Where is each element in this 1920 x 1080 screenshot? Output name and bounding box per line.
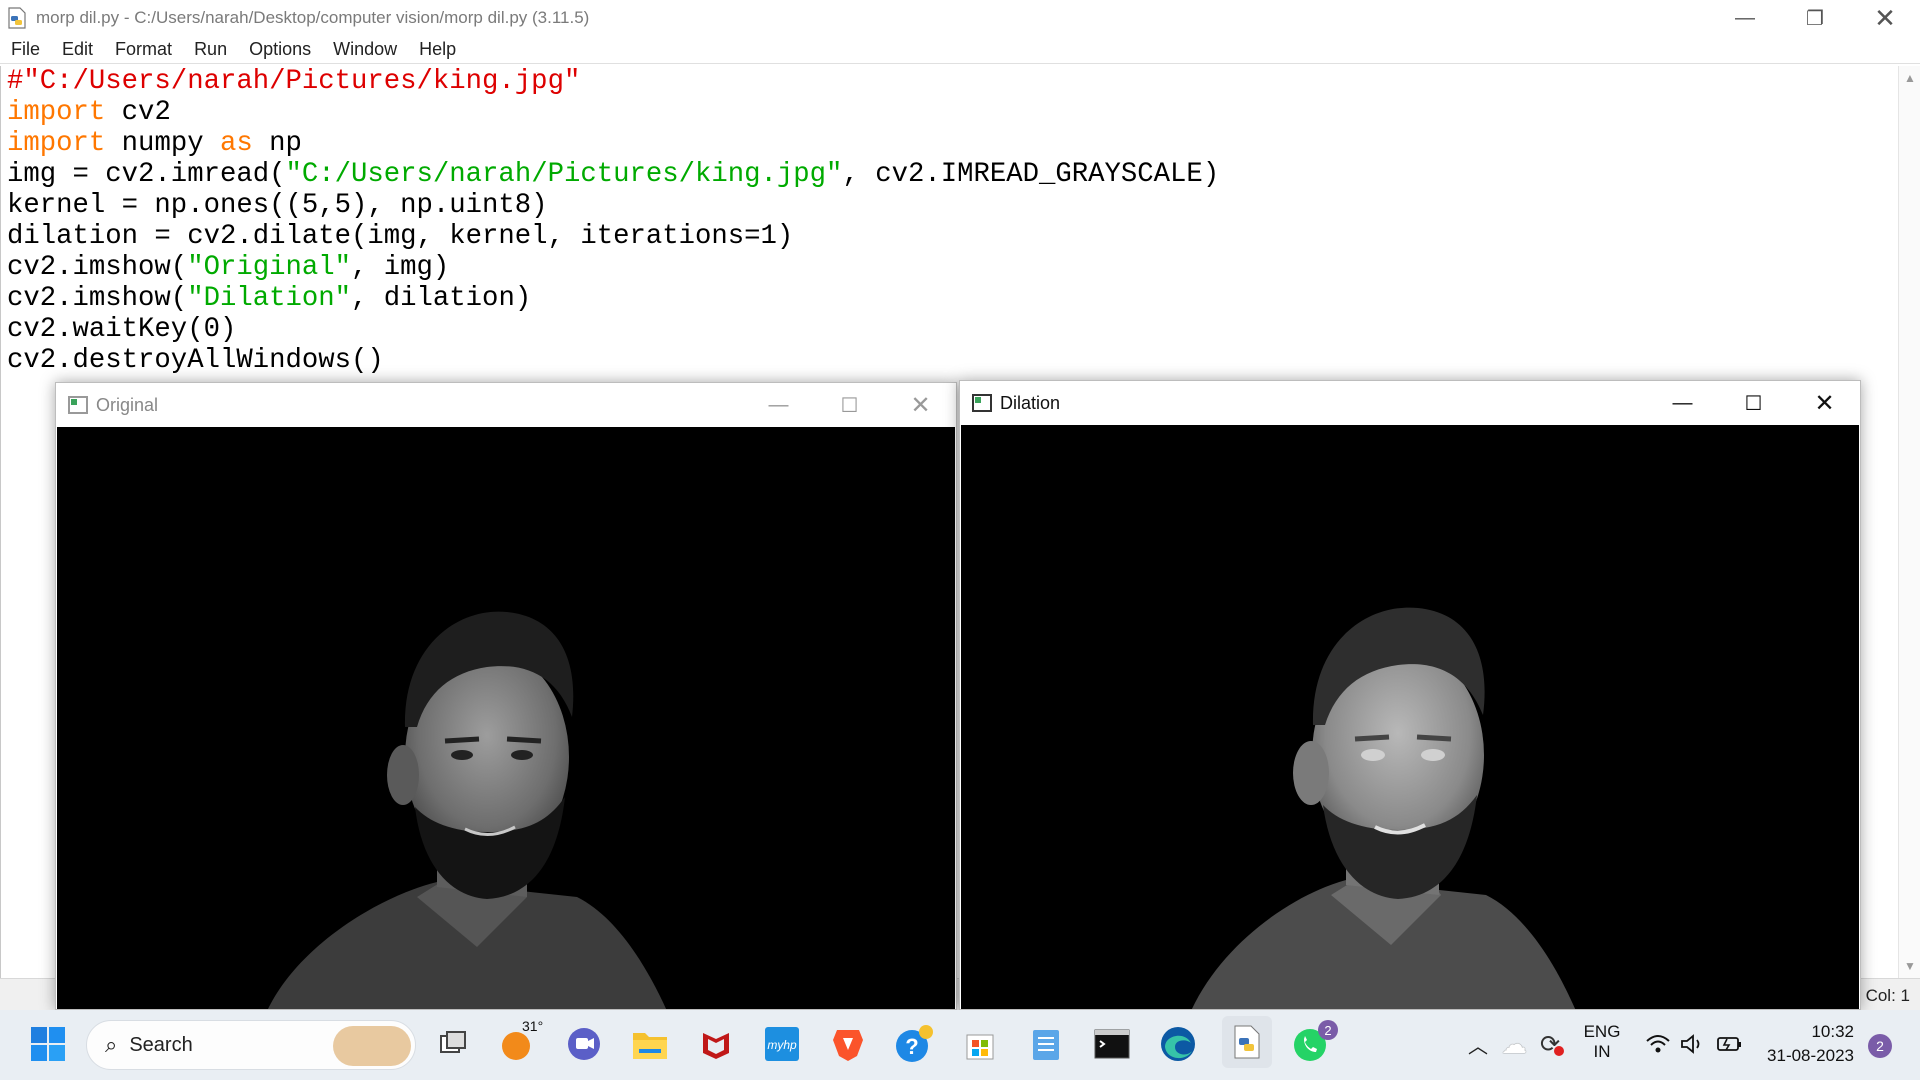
language-indicator[interactable]: ENG IN — [1574, 1022, 1630, 1062]
code-text[interactable]: #"C:/Users/narah/Pictures/king.jpg" impor… — [1, 66, 1898, 376]
code-line: cv2.imshow("Original", img) — [7, 252, 1898, 283]
code-token: cv2.imshow( — [7, 252, 188, 283]
vertical-scrollbar[interactable]: ▲ ▼ — [1898, 66, 1920, 978]
original-image — [57, 427, 955, 1009]
terminal-icon[interactable] — [1090, 1022, 1134, 1066]
window-title: morp dil.py - C:/Users/narah/Desktop/com… — [36, 8, 590, 27]
maximize-button[interactable]: ☐ — [814, 383, 885, 427]
sync-icon[interactable]: ⟳ — [1528, 1022, 1572, 1066]
windows-start-icon[interactable] — [26, 1022, 70, 1066]
code-line: import numpy as np — [7, 128, 1898, 159]
clock-date: 31-08-2023 — [1767, 1046, 1854, 1065]
code-token: , cv2.IMREAD_GRAYSCALE) — [842, 159, 1220, 190]
code-line: #"C:/Users/narah/Pictures/king.jpg" — [7, 66, 1898, 97]
brave-browser-icon[interactable] — [826, 1022, 870, 1066]
code-line: cv2.destroyAllWindows() — [7, 345, 384, 376]
code-token: np — [252, 128, 302, 159]
python-idle-icon[interactable] — [1222, 1016, 1272, 1068]
code-string: "Original" — [187, 252, 352, 283]
svg-text:myhp: myhp — [767, 1038, 797, 1052]
window-app-icon — [972, 394, 992, 412]
language-bottom: IN — [1593, 1042, 1611, 1061]
weather-icon[interactable]: 31° — [496, 1018, 543, 1066]
original-window-title: Original — [96, 394, 159, 415]
myhp-icon[interactable]: myhp — [760, 1022, 804, 1066]
clock-time: 10:32 — [1811, 1022, 1854, 1041]
dilation-window-title: Dilation — [1000, 392, 1061, 413]
code-string: "C:/Users/narah/Pictures/king.jpg" — [285, 159, 843, 190]
code-comment: #"C:/Users/narah/Pictures/king.jpg" — [7, 66, 581, 97]
close-button[interactable]: ✕ — [885, 383, 956, 427]
scroll-down-icon[interactable]: ▼ — [1899, 956, 1920, 976]
whatsapp-icon[interactable]: 2 — [1288, 1020, 1338, 1066]
close-button[interactable]: ✕ — [1789, 381, 1860, 425]
code-token: , dilation) — [351, 283, 532, 314]
idle-title-bar: morp dil.py - C:/Users/narah/Desktop/com… — [0, 0, 1920, 36]
notification-badge[interactable]: 2 — [1868, 1034, 1892, 1058]
file-explorer-icon[interactable] — [628, 1022, 672, 1066]
search-highlight-image — [333, 1026, 411, 1066]
weather-temp: 31° — [522, 1018, 544, 1034]
whatsapp-badge: 2 — [1318, 1020, 1338, 1040]
search-placeholder: Search — [129, 1033, 193, 1056]
code-token: cv2 — [105, 97, 171, 128]
restore-button[interactable]: ❐ — [1780, 0, 1850, 36]
dilation-image-window[interactable]: Dilation — ☐ ✕ — [959, 380, 1861, 1010]
language-top: ENG — [1583, 1022, 1621, 1041]
code-line: img = cv2.imread("C:/Users/narah/Picture… — [7, 159, 1898, 190]
dilation-window-titlebar[interactable]: Dilation — ☐ ✕ — [960, 381, 1860, 425]
code-line: kernel = np.ones((5,5), np.uint8) — [7, 190, 548, 221]
menu-edit[interactable]: Edit — [51, 39, 104, 60]
teams-chat-icon[interactable] — [562, 1022, 606, 1066]
code-token: , img) — [351, 252, 450, 283]
task-view-icon[interactable] — [431, 1022, 475, 1066]
code-keyword: import — [7, 128, 106, 159]
battery-icon[interactable] — [1708, 1022, 1752, 1066]
maximize-button[interactable]: ☐ — [1718, 381, 1789, 425]
menu-format[interactable]: Format — [104, 39, 183, 60]
column-indicator: Col: 1 — [1865, 986, 1910, 1005]
code-token: img = cv2.imread( — [7, 159, 286, 190]
code-line: dilation = cv2.dilate(img, kernel, itera… — [7, 221, 794, 252]
menu-window[interactable]: Window — [322, 39, 408, 60]
minimize-button[interactable]: — — [1710, 0, 1780, 36]
menu-options[interactable]: Options — [238, 39, 322, 60]
edge-browser-icon[interactable] — [1156, 1022, 1200, 1066]
scroll-up-icon[interactable]: ▲ — [1899, 68, 1920, 88]
code-line: cv2.waitKey(0) — [7, 314, 237, 345]
menu-bar: File Edit Format Run Options Window Help — [0, 36, 1920, 64]
python-file-icon — [6, 7, 28, 29]
menu-run[interactable]: Run — [183, 39, 238, 60]
microsoft-store-icon[interactable] — [958, 1022, 1002, 1066]
code-line: import cv2 — [7, 97, 1898, 128]
code-token: numpy — [105, 128, 220, 159]
code-line: cv2.imshow("Dilation", dilation) — [7, 283, 1898, 314]
original-image-window[interactable]: Original — ☐ ✕ — [55, 382, 957, 1010]
code-keyword: as — [219, 128, 253, 159]
get-help-icon[interactable]: ? — [892, 1022, 936, 1066]
notepad-icon[interactable] — [1024, 1022, 1068, 1066]
minimize-button[interactable]: — — [743, 383, 814, 427]
taskbar-search[interactable]: ⌕ Search — [86, 1020, 416, 1070]
menu-file[interactable]: File — [0, 39, 51, 60]
svg-text:?: ? — [905, 1034, 918, 1059]
clock[interactable]: 10:32 31-08-2023 — [1762, 1022, 1854, 1066]
window-app-icon — [68, 396, 88, 414]
search-icon: ⌕ — [105, 1032, 118, 1057]
code-string: "Dilation" — [187, 283, 352, 314]
original-window-titlebar[interactable]: Original — ☐ ✕ — [56, 383, 956, 427]
minimize-button[interactable]: — — [1647, 381, 1718, 425]
dilation-image — [961, 425, 1859, 1009]
code-token: cv2.imshow( — [7, 283, 188, 314]
close-button[interactable]: ✕ — [1850, 0, 1920, 36]
code-keyword: import — [7, 97, 106, 128]
mcafee-icon[interactable] — [694, 1022, 738, 1066]
menu-help[interactable]: Help — [408, 39, 467, 60]
